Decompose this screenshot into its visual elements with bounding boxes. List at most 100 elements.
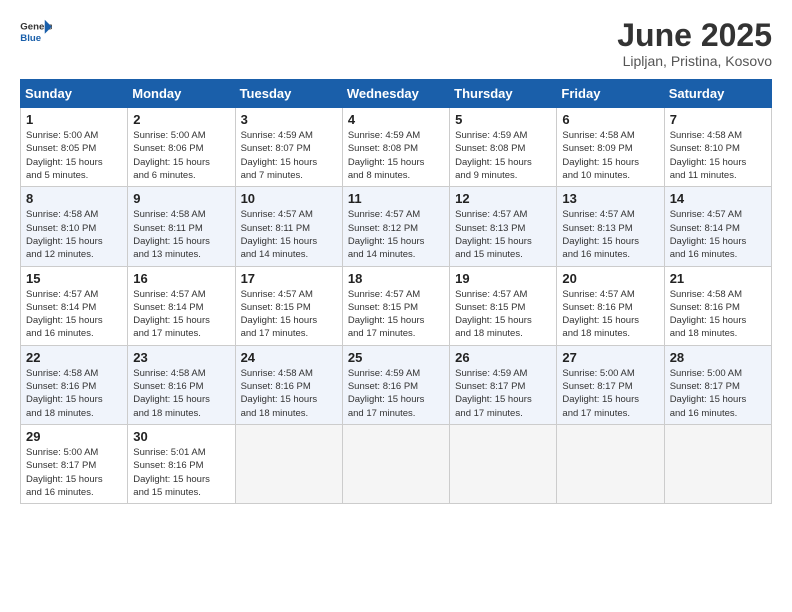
- calendar-week-row: 29 Sunrise: 5:00 AMSunset: 8:17 PMDayligh…: [21, 424, 772, 503]
- day-info: Sunrise: 4:57 AMSunset: 8:12 PMDaylight:…: [348, 208, 444, 261]
- calendar-cell: 20 Sunrise: 4:57 AMSunset: 8:16 PMDayligh…: [557, 266, 664, 345]
- calendar-cell: [235, 424, 342, 503]
- day-info: Sunrise: 4:59 AMSunset: 8:16 PMDaylight:…: [348, 367, 444, 420]
- calendar-table: Sunday Monday Tuesday Wednesday Thursday…: [20, 79, 772, 504]
- day-number: 21: [670, 271, 766, 286]
- header-friday: Friday: [557, 80, 664, 108]
- day-number: 16: [133, 271, 229, 286]
- calendar-cell: 30 Sunrise: 5:01 AMSunset: 8:16 PMDayligh…: [128, 424, 235, 503]
- day-info: Sunrise: 4:57 AMSunset: 8:15 PMDaylight:…: [348, 288, 444, 341]
- calendar-cell: 25Sunrise: 4:59 AMSunset: 8:16 PMDayligh…: [342, 345, 449, 424]
- calendar-cell: 8Sunrise: 4:58 AMSunset: 8:10 PMDaylight…: [21, 187, 128, 266]
- calendar-cell: 26 Sunrise: 4:59 AMSunset: 8:17 PMDayligh…: [450, 345, 557, 424]
- day-info: Sunrise: 4:58 AMSunset: 8:09 PMDaylight:…: [562, 129, 658, 182]
- day-info: Sunrise: 4:59 AMSunset: 8:17 PMDaylight:…: [455, 367, 551, 420]
- day-info: Sunrise: 4:57 AMSunset: 8:13 PMDaylight:…: [562, 208, 658, 261]
- day-info: Sunrise: 4:57 AMSunset: 8:14 PMDaylight:…: [133, 288, 229, 341]
- header-sunday: Sunday: [21, 80, 128, 108]
- day-info: Sunrise: 4:57 AMSunset: 8:11 PMDaylight:…: [241, 208, 337, 261]
- day-info: Sunrise: 4:58 AMSunset: 8:10 PMDaylight:…: [670, 129, 766, 182]
- day-number: 29: [26, 429, 122, 444]
- day-info: Sunrise: 4:58 AMSunset: 8:16 PMDaylight:…: [133, 367, 229, 420]
- calendar-cell: 6Sunrise: 4:58 AMSunset: 8:09 PMDaylight…: [557, 108, 664, 187]
- day-info: Sunrise: 4:57 AMSunset: 8:15 PMDaylight:…: [455, 288, 551, 341]
- calendar-cell: 16 Sunrise: 4:57 AMSunset: 8:14 PMDayligh…: [128, 266, 235, 345]
- calendar-cell: 29 Sunrise: 5:00 AMSunset: 8:17 PMDayligh…: [21, 424, 128, 503]
- day-info: Sunrise: 4:58 AMSunset: 8:16 PMDaylight:…: [670, 288, 766, 341]
- day-number: 9: [133, 191, 229, 206]
- calendar-cell: 17Sunrise: 4:57 AMSunset: 8:15 PMDayligh…: [235, 266, 342, 345]
- day-number: 22: [26, 350, 122, 365]
- calendar-cell: 3 Sunrise: 4:59 AMSunset: 8:07 PMDaylight…: [235, 108, 342, 187]
- calendar-cell: 23Sunrise: 4:58 AMSunset: 8:16 PMDayligh…: [128, 345, 235, 424]
- header-saturday: Saturday: [664, 80, 771, 108]
- page-subtitle: Lipljan, Pristina, Kosovo: [617, 53, 772, 69]
- day-info: Sunrise: 4:59 AMSunset: 8:08 PMDaylight:…: [348, 129, 444, 182]
- header-wednesday: Wednesday: [342, 80, 449, 108]
- title-area: June 2025 Lipljan, Pristina, Kosovo: [617, 18, 772, 69]
- calendar-cell: 15 Sunrise: 4:57 AMSunset: 8:14 PMDayligh…: [21, 266, 128, 345]
- calendar-cell: 12 Sunrise: 4:57 AMSunset: 8:13 PMDayligh…: [450, 187, 557, 266]
- calendar-cell: 14 Sunrise: 4:57 AMSunset: 8:14 PMDayligh…: [664, 187, 771, 266]
- day-number: 15: [26, 271, 122, 286]
- day-number: 3: [241, 112, 337, 127]
- calendar-cell: [450, 424, 557, 503]
- day-number: 11: [348, 191, 444, 206]
- day-info: Sunrise: 4:57 AMSunset: 8:14 PMDaylight:…: [26, 288, 122, 341]
- calendar-cell: 13 Sunrise: 4:57 AMSunset: 8:13 PMDayligh…: [557, 187, 664, 266]
- calendar-cell: 1 Sunrise: 5:00 AMSunset: 8:05 PMDaylight…: [21, 108, 128, 187]
- day-number: 20: [562, 271, 658, 286]
- day-info: Sunrise: 5:01 AMSunset: 8:16 PMDaylight:…: [133, 446, 229, 499]
- page-title: June 2025: [617, 18, 772, 53]
- calendar-header-row: Sunday Monday Tuesday Wednesday Thursday…: [21, 80, 772, 108]
- logo: General Blue: [20, 18, 52, 46]
- day-info: Sunrise: 5:00 AMSunset: 8:06 PMDaylight:…: [133, 129, 229, 182]
- day-number: 24: [241, 350, 337, 365]
- calendar-cell: 7Sunrise: 4:58 AMSunset: 8:10 PMDaylight…: [664, 108, 771, 187]
- day-info: Sunrise: 5:00 AMSunset: 8:05 PMDaylight:…: [26, 129, 122, 182]
- day-number: 26: [455, 350, 551, 365]
- day-number: 12: [455, 191, 551, 206]
- calendar-cell: 2Sunrise: 5:00 AMSunset: 8:06 PMDaylight…: [128, 108, 235, 187]
- calendar-cell: [557, 424, 664, 503]
- calendar-cell: 21 Sunrise: 4:58 AMSunset: 8:16 PMDayligh…: [664, 266, 771, 345]
- calendar-cell: 11 Sunrise: 4:57 AMSunset: 8:12 PMDayligh…: [342, 187, 449, 266]
- day-info: Sunrise: 4:58 AMSunset: 8:16 PMDaylight:…: [241, 367, 337, 420]
- day-info: Sunrise: 5:00 AMSunset: 8:17 PMDaylight:…: [562, 367, 658, 420]
- calendar-week-row: 15 Sunrise: 4:57 AMSunset: 8:14 PMDayligh…: [21, 266, 772, 345]
- calendar-cell: 10 Sunrise: 4:57 AMSunset: 8:11 PMDayligh…: [235, 187, 342, 266]
- day-info: Sunrise: 4:57 AMSunset: 8:14 PMDaylight:…: [670, 208, 766, 261]
- calendar-cell: [664, 424, 771, 503]
- svg-text:Blue: Blue: [20, 33, 41, 44]
- day-number: 28: [670, 350, 766, 365]
- day-info: Sunrise: 5:00 AMSunset: 8:17 PMDaylight:…: [26, 446, 122, 499]
- day-number: 13: [562, 191, 658, 206]
- header: General Blue June 2025 Lipljan, Pristina…: [20, 18, 772, 69]
- calendar-week-row: 22 Sunrise: 4:58 AMSunset: 8:16 PMDayligh…: [21, 345, 772, 424]
- calendar-cell: 27 Sunrise: 5:00 AMSunset: 8:17 PMDayligh…: [557, 345, 664, 424]
- day-number: 30: [133, 429, 229, 444]
- calendar-cell: 19 Sunrise: 4:57 AMSunset: 8:15 PMDayligh…: [450, 266, 557, 345]
- day-number: 14: [670, 191, 766, 206]
- calendar-cell: 28Sunrise: 5:00 AMSunset: 8:17 PMDayligh…: [664, 345, 771, 424]
- day-info: Sunrise: 4:58 AMSunset: 8:11 PMDaylight:…: [133, 208, 229, 261]
- header-tuesday: Tuesday: [235, 80, 342, 108]
- header-monday: Monday: [128, 80, 235, 108]
- day-number: 4: [348, 112, 444, 127]
- calendar-cell: [342, 424, 449, 503]
- day-info: Sunrise: 4:59 AMSunset: 8:07 PMDaylight:…: [241, 129, 337, 182]
- day-number: 1: [26, 112, 122, 127]
- calendar-cell: 9 Sunrise: 4:58 AMSunset: 8:11 PMDaylight…: [128, 187, 235, 266]
- calendar-cell: 24 Sunrise: 4:58 AMSunset: 8:16 PMDayligh…: [235, 345, 342, 424]
- day-number: 18: [348, 271, 444, 286]
- day-number: 19: [455, 271, 551, 286]
- day-number: 27: [562, 350, 658, 365]
- day-info: Sunrise: 4:57 AMSunset: 8:13 PMDaylight:…: [455, 208, 551, 261]
- calendar-cell: 18 Sunrise: 4:57 AMSunset: 8:15 PMDayligh…: [342, 266, 449, 345]
- calendar-cell: 22Sunrise: 4:58 AMSunset: 8:16 PMDayligh…: [21, 345, 128, 424]
- calendar-week-row: 1 Sunrise: 5:00 AMSunset: 8:05 PMDaylight…: [21, 108, 772, 187]
- day-number: 17: [241, 271, 337, 286]
- day-number: 5: [455, 112, 551, 127]
- day-info: Sunrise: 4:57 AMSunset: 8:16 PMDaylight:…: [562, 288, 658, 341]
- day-number: 10: [241, 191, 337, 206]
